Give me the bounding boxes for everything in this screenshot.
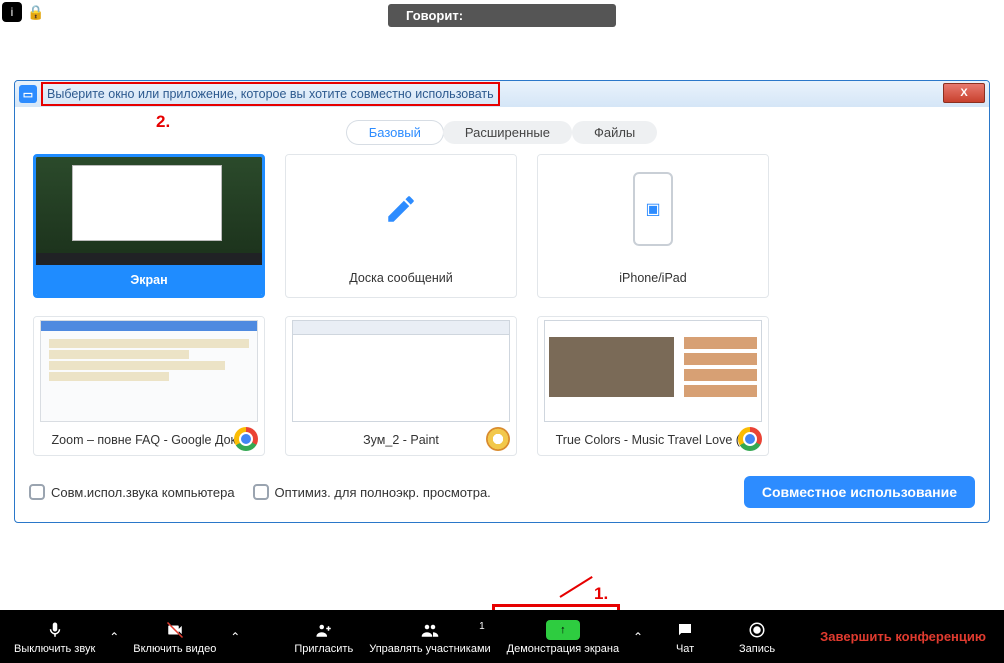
toolbar-label: Выключить звук	[14, 643, 95, 655]
speaking-badge: Говорит:	[388, 4, 616, 27]
camera-off-icon	[164, 619, 186, 641]
zoom-icon: ▭	[19, 85, 37, 103]
share-screen-dialog: ▭ Выберите окно или приложение, которое …	[14, 80, 990, 523]
chrome-icon	[234, 427, 258, 451]
annotation-arrow-1	[559, 576, 592, 598]
source-label: Zoom – повне FAQ - Google Док...	[34, 425, 264, 455]
checkbox-label: Оптимиз. для полноэкр. просмотра.	[275, 485, 491, 500]
tab-basic[interactable]: Базовый	[347, 121, 443, 144]
source-app-chrome-doc[interactable]: Zoom – повне FAQ - Google Док...	[33, 316, 265, 456]
participants-button[interactable]: 1 Управлять участниками	[361, 619, 498, 655]
microphone-icon	[46, 619, 64, 641]
source-label: True Colors - Music Travel Love (...	[538, 425, 768, 455]
annotation-2: 2.	[156, 112, 170, 132]
checkbox-optimize-fullscreen[interactable]: Оптимиз. для полноэкр. просмотра.	[253, 484, 491, 500]
participants-icon	[418, 619, 442, 641]
source-app-youtube[interactable]: True Colors - Music Travel Love (...	[537, 316, 769, 456]
annotation-1: 1.	[594, 584, 608, 604]
participants-count: 1	[479, 621, 485, 632]
info-icon[interactable]: i	[2, 2, 22, 22]
toolbar-label: Пригласить	[294, 643, 353, 655]
source-screen[interactable]: Экран	[33, 154, 265, 298]
dialog-title: Выберите окно или приложение, которое вы…	[41, 82, 500, 106]
toolbar-label: Демонстрация экрана	[507, 643, 619, 655]
record-button[interactable]: Запись	[721, 619, 793, 655]
source-app-paint[interactable]: Зум_2 - Paint	[285, 316, 517, 456]
toolbar-label: Включить видео	[133, 643, 216, 655]
invite-icon	[313, 619, 335, 641]
source-grid: Экран Доска сообщений ▣ iPhone/iPad Zoom…	[15, 154, 989, 470]
dialog-footer: Совм.испол.звука компьютера Оптимиз. для…	[15, 470, 989, 522]
end-meeting-button[interactable]: Завершить конференцию	[820, 629, 998, 644]
meeting-toolbar: Выключить звук ⌃ Включить видео ⌃ Пригла…	[0, 610, 1004, 663]
toolbar-label: Чат	[676, 643, 694, 655]
source-label: Экран	[36, 265, 262, 295]
mute-button[interactable]: Выключить звук	[6, 619, 103, 655]
share-screen-icon: ↑	[546, 620, 580, 640]
share-button[interactable]: Совместное использование	[744, 476, 975, 508]
share-screen-button[interactable]: ↑ Демонстрация экрана	[499, 619, 627, 655]
source-label: Доска сообщений	[286, 263, 516, 293]
lock-icon: 🔒	[26, 2, 46, 22]
video-options-chevron[interactable]: ⌃	[224, 610, 246, 663]
chrome-icon	[738, 427, 762, 451]
airplay-icon: ▣	[645, 199, 660, 219]
record-icon	[748, 619, 766, 641]
chat-icon	[675, 619, 695, 641]
invite-button[interactable]: Пригласить	[286, 619, 361, 655]
share-options-chevron[interactable]: ⌃	[627, 610, 649, 663]
source-whiteboard[interactable]: Доска сообщений	[285, 154, 517, 298]
source-label: Зум_2 - Paint	[286, 425, 516, 455]
toolbar-label: Запись	[739, 643, 775, 655]
dialog-titlebar: ▭ Выберите окно или приложение, которое …	[15, 81, 989, 107]
tab-advanced[interactable]: Расширенные	[443, 121, 572, 144]
close-button[interactable]: X	[943, 83, 985, 103]
source-iphone-ipad[interactable]: ▣ iPhone/iPad	[537, 154, 769, 298]
pencil-icon	[286, 155, 516, 263]
paint-icon	[486, 427, 510, 451]
checkbox-label: Совм.испол.звука компьютера	[51, 485, 235, 500]
chat-button[interactable]: Чат	[649, 619, 721, 655]
checkbox-share-audio[interactable]: Совм.испол.звука компьютера	[29, 484, 235, 500]
toolbar-label: Управлять участниками	[369, 643, 490, 655]
mute-options-chevron[interactable]: ⌃	[103, 610, 125, 663]
source-label: iPhone/iPad	[538, 263, 768, 293]
tab-files[interactable]: Файлы	[572, 121, 657, 144]
video-button[interactable]: Включить видео	[125, 619, 224, 655]
